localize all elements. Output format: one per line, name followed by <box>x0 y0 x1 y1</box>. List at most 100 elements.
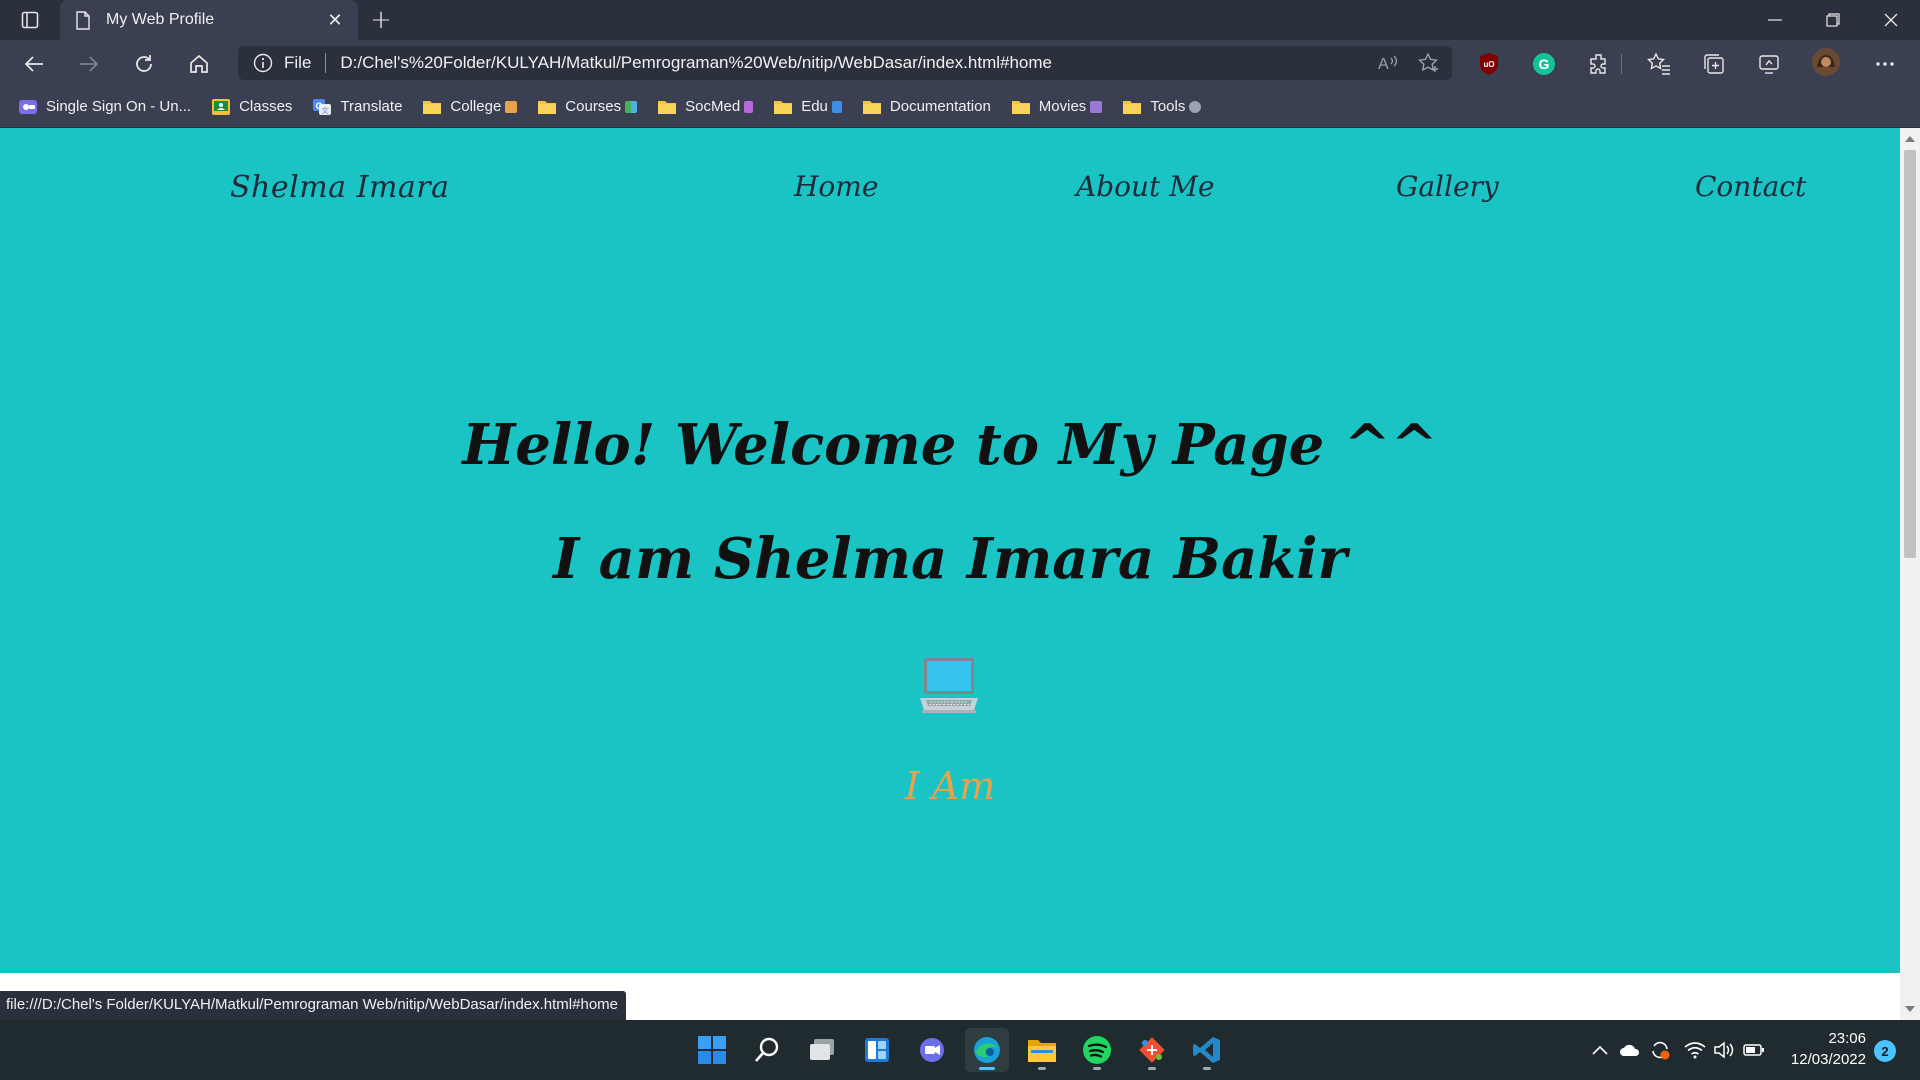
bookmark-sso[interactable]: Single Sign On - Un... <box>14 92 199 122</box>
hero-name: I am Shelma Imara Bakir <box>552 526 1348 592</box>
bookmark-tools[interactable]: Tools <box>1118 92 1209 122</box>
tab-actions-icon[interactable] <box>10 6 50 34</box>
bookmark-socmed[interactable]: SocMed <box>653 92 761 122</box>
chat-icon[interactable] <box>910 1028 954 1072</box>
bookmark-classes[interactable]: Classes <box>207 92 300 122</box>
toolbar-divider <box>1615 50 1627 78</box>
running-indicator <box>1038 1067 1046 1070</box>
bookmark-college[interactable]: College <box>418 92 525 122</box>
battery-icon[interactable] <box>1742 1038 1766 1062</box>
search-icon[interactable] <box>745 1028 789 1072</box>
bookmark-label: Single Sign On - Un... <box>46 98 192 115</box>
bookmark-edu[interactable]: Edu <box>769 92 850 122</box>
bookmark-movies[interactable]: Movies <box>1007 92 1111 122</box>
widgets-icon[interactable] <box>855 1028 899 1072</box>
tab-title: My Web Profile <box>106 11 215 28</box>
svg-text:A: A <box>1378 56 1389 72</box>
hero-title: Hello! Welcome to My Page ^^ <box>462 412 1438 478</box>
grammarly-icon[interactable]: G <box>1529 50 1559 78</box>
laptop-icon <box>918 656 980 714</box>
sync-icon[interactable] <box>1648 1038 1672 1062</box>
browser-tab[interactable]: My Web Profile ✕ <box>60 0 358 40</box>
tab-bar: My Web Profile ✕ + <box>0 0 1920 40</box>
scroll-down-icon[interactable] <box>1904 1002 1916 1016</box>
notification-badge[interactable]: 2 <box>1874 1040 1896 1062</box>
nav-home[interactable]: Home <box>794 170 878 203</box>
new-tab-icon[interactable]: + <box>366 5 396 35</box>
site-navbar: Shelma Imara Home About Me Gallery Conta… <box>0 128 1900 258</box>
profile-avatar[interactable] <box>1810 48 1842 76</box>
folder-icon <box>657 98 677 116</box>
start-icon[interactable] <box>690 1028 734 1072</box>
collections-icon[interactable] <box>1699 50 1729 78</box>
minimize-icon[interactable] <box>1746 0 1804 40</box>
sso-icon <box>18 98 38 116</box>
back-icon[interactable] <box>16 48 52 80</box>
scrollbar-thumb[interactable] <box>1904 150 1916 558</box>
folder-icon <box>862 98 882 116</box>
address-bar[interactable]: File D:/Chel's%20Folder/KULYAH/Matkul/Pe… <box>238 46 1452 80</box>
restore-icon[interactable] <box>1804 0 1862 40</box>
bookmark-documentation[interactable]: Documentation <box>858 92 999 122</box>
bookmark-label: Documentation <box>889 98 991 115</box>
nav-contact[interactable]: Contact <box>1695 170 1806 203</box>
taskbar-clock[interactable]: 23:06 12/03/2022 <box>1770 1028 1866 1070</box>
nav-about-me[interactable]: About Me <box>1076 170 1214 203</box>
task-view-icon[interactable] <box>800 1028 844 1072</box>
page-viewport: Shelma Imara Home About Me Gallery Conta… <box>0 128 1900 973</box>
nav-gallery[interactable]: Gallery <box>1396 170 1499 203</box>
more-options-icon[interactable] <box>1870 50 1900 78</box>
bookmark-courses[interactable]: Courses <box>533 92 645 122</box>
clock-date: 12/03/2022 <box>1790 1051 1866 1068</box>
read-aloud-icon[interactable]: A <box>1372 49 1406 77</box>
wifi-icon[interactable] <box>1683 1038 1707 1062</box>
bookmark-label: Translate <box>340 98 403 115</box>
onedrive-icon[interactable] <box>1618 1038 1642 1062</box>
bookmark-label: Movies <box>1038 98 1087 115</box>
classroom-icon <box>211 98 231 116</box>
folder-icon <box>1011 98 1031 116</box>
file-explorer-icon[interactable] <box>1020 1028 1064 1072</box>
info-icon[interactable] <box>252 52 274 74</box>
spotify-icon[interactable] <box>1075 1028 1119 1072</box>
running-indicator <box>979 1067 995 1070</box>
status-bar-url: file:///D:/Chel's Folder/KULYAH/Matkul/P… <box>0 991 626 1020</box>
bookmark-label: Courses <box>565 98 622 115</box>
volume-icon[interactable] <box>1712 1038 1736 1062</box>
scroll-up-icon[interactable] <box>1904 132 1916 146</box>
home-icon[interactable] <box>181 48 217 80</box>
ublock-icon[interactable]: uO <box>1474 50 1504 78</box>
running-indicator <box>1148 1067 1156 1070</box>
folder-icon <box>537 98 557 116</box>
forward-icon[interactable] <box>71 48 107 80</box>
address-divider <box>325 53 327 73</box>
phone-emoji-icon <box>744 100 754 113</box>
site-brand[interactable]: Shelma Imara <box>230 170 450 205</box>
movie-emoji-icon <box>1090 100 1103 113</box>
school-emoji-icon <box>505 100 518 113</box>
translate-icon: G文 <box>312 98 332 116</box>
folder-icon <box>1122 98 1142 116</box>
folder-icon <box>773 98 793 116</box>
bookmark-label: Edu <box>801 98 828 115</box>
browser-toolbar: File D:/Chel's%20Folder/KULYAH/Matkul/Pe… <box>0 40 1920 86</box>
close-tab-icon[interactable]: ✕ <box>324 9 346 31</box>
extensions-icon[interactable] <box>1584 50 1614 78</box>
edge-icon[interactable] <box>965 1028 1009 1072</box>
add-favorite-icon[interactable] <box>1412 49 1446 77</box>
running-indicator <box>1203 1067 1211 1070</box>
address-url[interactable]: D:/Chel's%20Folder/KULYAH/Matkul/Pemrogr… <box>340 53 1372 73</box>
gear-emoji-icon <box>1189 100 1202 113</box>
bookmark-translate[interactable]: G文 Translate <box>308 92 410 122</box>
vscode-icon[interactable] <box>1185 1028 1229 1072</box>
hero-subtitle: I Am <box>904 764 996 808</box>
performance-icon[interactable] <box>1754 50 1784 78</box>
clock-time: 23:06 <box>1828 1030 1866 1047</box>
refresh-icon[interactable] <box>126 48 162 80</box>
chevron-up-icon[interactable] <box>1588 1038 1612 1062</box>
git-icon[interactable] <box>1130 1028 1174 1072</box>
page-scrollbar[interactable] <box>1900 128 1920 1020</box>
close-window-icon[interactable] <box>1862 0 1920 40</box>
favorites-icon[interactable] <box>1644 50 1674 78</box>
bookmark-label: College <box>450 98 502 115</box>
